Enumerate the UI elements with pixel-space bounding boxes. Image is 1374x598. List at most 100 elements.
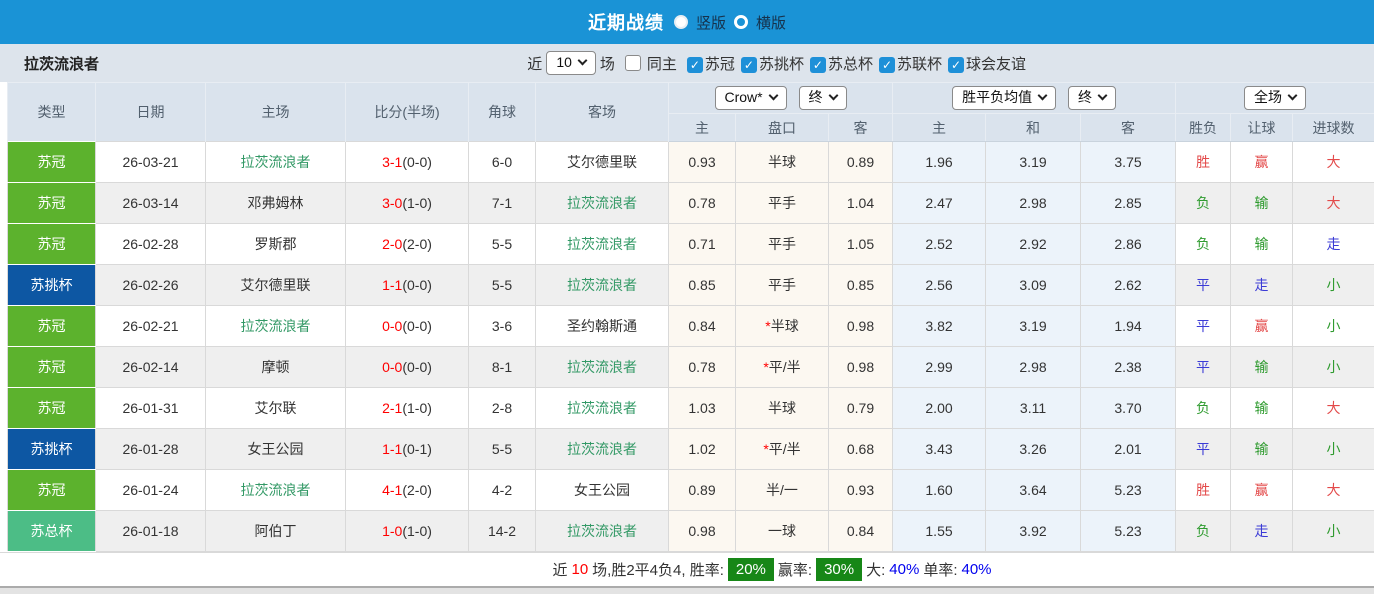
chevron-down-icon xyxy=(768,91,778,101)
home-odds: 1.02 xyxy=(669,429,736,470)
handicap-line: *平/半 xyxy=(736,429,829,470)
avg-away-odds: 2.38 xyxy=(1081,347,1176,388)
home-team: 邓弗姆林 xyxy=(206,183,346,224)
corner-count: 5-5 xyxy=(469,224,536,265)
odds-stage-select[interactable]: 终 xyxy=(799,86,847,111)
corner-count: 7-1 xyxy=(469,183,536,224)
competition-checkbox[interactable]: ✓ xyxy=(741,57,757,73)
competition-label: 苏冠 xyxy=(705,56,735,73)
half-time-score: (2-0) xyxy=(402,236,432,252)
competition-checkbox[interactable]: ✓ xyxy=(879,57,895,73)
score-cell: 2-0(2-0) xyxy=(346,224,469,265)
star-icon: * xyxy=(765,318,770,334)
half-time-score: (0-0) xyxy=(402,154,432,170)
competition-checkbox[interactable]: ✓ xyxy=(948,57,964,73)
score-cell: 0-0(0-0) xyxy=(346,306,469,347)
avg-home-odds: 2.56 xyxy=(893,265,986,306)
horizontal-layout-radio[interactable] xyxy=(734,15,748,29)
handicap-result: 输 xyxy=(1231,224,1293,265)
goals-result: 大 xyxy=(1293,388,1374,429)
match-date: 26-01-31 xyxy=(96,388,206,429)
avg-stage-select[interactable]: 终 xyxy=(1068,86,1116,111)
avg-away-odds: 3.75 xyxy=(1081,142,1176,183)
subheader-odds-home: 主 xyxy=(669,114,736,142)
competition-checkbox[interactable]: ✓ xyxy=(810,57,826,73)
vertical-layout-radio[interactable] xyxy=(674,15,688,29)
big-rate-value: 40% xyxy=(889,561,919,578)
goals-result: 走 xyxy=(1293,224,1374,265)
match-date: 26-02-26 xyxy=(96,265,206,306)
table-row: 苏冠26-03-21拉茨流浪者3-1(0-0)6-0艾尔德里联0.93半球0.8… xyxy=(8,142,1374,183)
handicap-result: 赢 xyxy=(1231,306,1293,347)
subheader-avg-draw: 和 xyxy=(986,114,1081,142)
away-odds: 0.89 xyxy=(829,142,893,183)
header-away: 客场 xyxy=(536,83,669,142)
full-time-score: 2-0 xyxy=(382,236,402,252)
corner-count: 4-2 xyxy=(469,470,536,511)
subheader-handicap: 盘口 xyxy=(736,114,829,142)
match-date: 26-01-28 xyxy=(96,429,206,470)
handicap-line: 平手 xyxy=(736,224,829,265)
competition-checkbox[interactable]: ✓ xyxy=(687,57,703,73)
table-row: 苏冠26-02-28罗斯郡2-0(2-0)5-5拉茨流浪者0.71平手1.052… xyxy=(8,224,1374,265)
full-time-score: 1-1 xyxy=(382,441,402,457)
half-time-score: (0-0) xyxy=(402,277,432,293)
home-team: 拉茨流浪者 xyxy=(206,470,346,511)
avg-away-odds: 1.94 xyxy=(1081,306,1176,347)
subheader-avg-home: 主 xyxy=(893,114,986,142)
away-odds: 0.93 xyxy=(829,470,893,511)
competition-label: 苏挑杯 xyxy=(759,56,804,73)
full-time-score: 1-1 xyxy=(382,277,402,293)
home-odds: 0.84 xyxy=(669,306,736,347)
goals-result: 大 xyxy=(1293,470,1374,511)
home-team: 艾尔联 xyxy=(206,388,346,429)
match-date: 26-03-14 xyxy=(96,183,206,224)
avg-away-odds: 2.62 xyxy=(1081,265,1176,306)
corner-count: 5-5 xyxy=(469,429,536,470)
home-odds: 1.03 xyxy=(669,388,736,429)
away-odds: 1.04 xyxy=(829,183,893,224)
avg-draw-odds: 3.64 xyxy=(986,470,1081,511)
handicap-result: 输 xyxy=(1231,347,1293,388)
wdl-result: 胜 xyxy=(1176,470,1231,511)
avg-home-odds: 2.52 xyxy=(893,224,986,265)
competition-badge: 苏冠 xyxy=(8,224,96,265)
goals-result: 大 xyxy=(1293,142,1374,183)
goals-result: 小 xyxy=(1293,429,1374,470)
home-odds: 0.71 xyxy=(669,224,736,265)
summary-near-label: 近 xyxy=(552,559,567,580)
avg-home-odds: 3.82 xyxy=(893,306,986,347)
goals-result: 大 xyxy=(1293,183,1374,224)
away-team: 拉茨流浪者 xyxy=(536,224,669,265)
table-row: 苏冠26-01-24拉茨流浪者4-1(2-0)4-2女王公园0.89半/一0.9… xyxy=(8,470,1374,511)
vertical-layout-label[interactable]: 竖版 xyxy=(696,12,726,33)
full-time-score: 1-0 xyxy=(382,523,402,539)
competition-badge: 苏冠 xyxy=(8,470,96,511)
title-bar: 近期战绩 竖版 横版 xyxy=(0,0,1374,44)
avg-home-odds: 1.60 xyxy=(893,470,986,511)
handicap-line: 一球 xyxy=(736,511,829,552)
odds-company-select[interactable]: Crow* xyxy=(715,86,787,111)
result-scope-select[interactable]: 全场 xyxy=(1244,86,1306,111)
summary-record: 场,胜2平4负4, 胜率: xyxy=(592,559,724,580)
table-row: 苏总杯26-01-18阿伯丁1-0(1-0)14-2拉茨流浪者0.98一球0.8… xyxy=(8,511,1374,552)
avg-type-select[interactable]: 胜平负均值 xyxy=(952,86,1056,111)
chevron-down-icon xyxy=(1038,91,1048,101)
subheader-odds-away: 客 xyxy=(829,114,893,142)
near-count-select[interactable]: 10 xyxy=(546,51,596,76)
star-icon: * xyxy=(763,441,768,457)
same-home-checkbox[interactable] xyxy=(625,55,641,71)
match-date: 26-02-28 xyxy=(96,224,206,265)
horizontal-layout-label[interactable]: 横版 xyxy=(756,12,786,33)
handicap-result: 走 xyxy=(1231,265,1293,306)
wdl-result: 胜 xyxy=(1176,142,1231,183)
wdl-result: 平 xyxy=(1176,429,1231,470)
handicap-result: 输 xyxy=(1231,183,1293,224)
chevron-down-icon xyxy=(1288,91,1298,101)
goals-result: 小 xyxy=(1293,265,1374,306)
match-date: 26-03-21 xyxy=(96,142,206,183)
competition-checkbox-group: ✓苏冠✓苏挑杯✓苏总杯✓苏联杯✓球会友谊 xyxy=(681,53,1026,74)
competition-label: 苏总杯 xyxy=(828,56,873,73)
score-cell: 1-1(0-1) xyxy=(346,429,469,470)
wdl-result: 平 xyxy=(1176,306,1231,347)
